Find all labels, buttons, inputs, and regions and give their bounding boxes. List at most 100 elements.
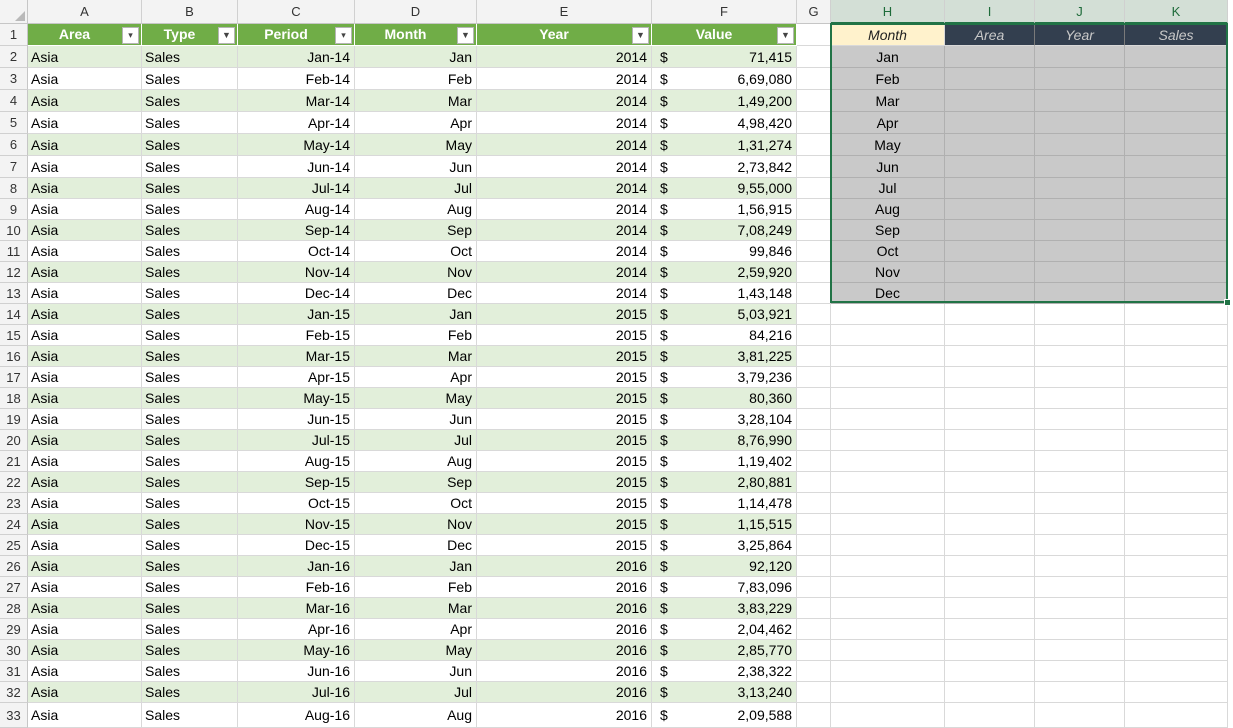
empty-cell-i[interactable] [945,346,1035,367]
empty-cell-g[interactable] [797,346,831,367]
period-cell[interactable]: Aug-15 [238,451,355,472]
empty-cell-j[interactable] [1035,703,1125,728]
type-cell[interactable]: Sales [142,619,238,640]
summary-area-cell[interactable] [945,46,1035,68]
type-cell[interactable]: Sales [142,134,238,156]
row-header-29[interactable]: 29 [0,619,28,640]
empty-cell-k[interactable] [1125,661,1228,682]
empty-cell-i[interactable] [945,493,1035,514]
summary-year-cell[interactable] [1035,283,1125,304]
empty-cell-k[interactable] [1125,577,1228,598]
empty-cell-j[interactable] [1035,325,1125,346]
summary-month-cell[interactable]: Aug [831,199,945,220]
value-cell[interactable]: $3,28,104 [652,409,797,430]
summary-year-cell[interactable] [1035,199,1125,220]
summary-area-cell[interactable] [945,112,1035,134]
year-cell[interactable]: 2014 [477,241,652,262]
year-cell[interactable]: 2014 [477,262,652,283]
empty-cell-k[interactable] [1125,682,1228,703]
empty-cell-g[interactable] [797,156,831,178]
period-cell[interactable]: Jul-15 [238,430,355,451]
year-cell[interactable]: 2016 [477,703,652,728]
area-cell[interactable]: Asia [28,535,142,556]
month-cell[interactable]: Apr [355,112,477,134]
value-cell[interactable]: $2,04,462 [652,619,797,640]
empty-cell-k[interactable] [1125,388,1228,409]
empty-cell-g[interactable] [797,535,831,556]
summary-month-cell[interactable]: Jun [831,156,945,178]
summary-year-cell[interactable] [1035,262,1125,283]
value-cell[interactable]: $84,216 [652,325,797,346]
dropdown-icon[interactable]: ▼ [632,27,649,44]
row-header-20[interactable]: 20 [0,430,28,451]
type-cell[interactable]: Sales [142,112,238,134]
period-cell[interactable]: May-14 [238,134,355,156]
row-header-7[interactable]: 7 [0,156,28,178]
type-cell[interactable]: Sales [142,68,238,90]
year-cell[interactable]: 2016 [477,661,652,682]
area-cell[interactable]: Asia [28,619,142,640]
period-cell[interactable]: Aug-14 [238,199,355,220]
value-cell[interactable]: $1,49,200 [652,90,797,112]
period-cell[interactable]: Jan-15 [238,304,355,325]
summary-month-cell[interactable]: Oct [831,241,945,262]
summary-header-k[interactable]: Sales [1125,24,1228,46]
value-cell[interactable]: $8,76,990 [652,430,797,451]
type-cell[interactable]: Sales [142,367,238,388]
summary-area-cell[interactable] [945,283,1035,304]
empty-cell-j[interactable] [1035,682,1125,703]
empty-cell-i[interactable] [945,640,1035,661]
summary-month-cell[interactable]: Mar [831,90,945,112]
type-cell[interactable]: Sales [142,682,238,703]
value-cell[interactable]: $3,25,864 [652,535,797,556]
period-cell[interactable]: Sep-14 [238,220,355,241]
empty-cell-j[interactable] [1035,388,1125,409]
year-cell[interactable]: 2014 [477,199,652,220]
month-cell[interactable]: Mar [355,346,477,367]
empty-cell-g[interactable] [797,598,831,619]
column-header-b[interactable]: B [142,0,238,24]
empty-cell-g[interactable] [797,472,831,493]
empty-cell-h[interactable] [831,577,945,598]
summary-month-cell[interactable]: Nov [831,262,945,283]
year-cell[interactable]: 2015 [477,304,652,325]
sort-filter-icon[interactable]: ▾ [335,27,352,44]
summary-sales-cell[interactable] [1125,220,1228,241]
empty-cell-g[interactable] [797,514,831,535]
area-cell[interactable]: Asia [28,703,142,728]
empty-cell-g[interactable] [797,682,831,703]
empty-cell-k[interactable] [1125,304,1228,325]
empty-cell-j[interactable] [1035,430,1125,451]
summary-year-cell[interactable] [1035,220,1125,241]
month-cell[interactable]: May [355,388,477,409]
year-cell[interactable]: 2014 [477,90,652,112]
type-cell[interactable]: Sales [142,703,238,728]
area-cell[interactable]: Asia [28,220,142,241]
area-cell[interactable]: Asia [28,46,142,68]
empty-cell-k[interactable] [1125,703,1228,728]
area-cell[interactable]: Asia [28,577,142,598]
period-cell[interactable]: Apr-14 [238,112,355,134]
type-cell[interactable]: Sales [142,241,238,262]
period-cell[interactable]: Feb-14 [238,68,355,90]
type-cell[interactable]: Sales [142,661,238,682]
row-header-6[interactable]: 6 [0,134,28,156]
area-cell[interactable]: Asia [28,640,142,661]
type-cell[interactable]: Sales [142,178,238,199]
area-cell[interactable]: Asia [28,304,142,325]
month-cell[interactable]: Aug [355,199,477,220]
column-header-g[interactable]: G [797,0,831,24]
month-cell[interactable]: Jan [355,46,477,68]
year-cell[interactable]: 2015 [477,367,652,388]
type-cell[interactable]: Sales [142,262,238,283]
dropdown-icon[interactable]: ▼ [777,27,794,44]
cell-g1[interactable] [797,24,831,46]
fill-handle[interactable] [1224,299,1231,306]
month-cell[interactable]: May [355,640,477,661]
year-cell[interactable]: 2015 [477,409,652,430]
empty-cell-j[interactable] [1035,472,1125,493]
area-cell[interactable]: Asia [28,493,142,514]
empty-cell-k[interactable] [1125,535,1228,556]
empty-cell-h[interactable] [831,556,945,577]
value-cell[interactable]: $2,09,588 [652,703,797,728]
